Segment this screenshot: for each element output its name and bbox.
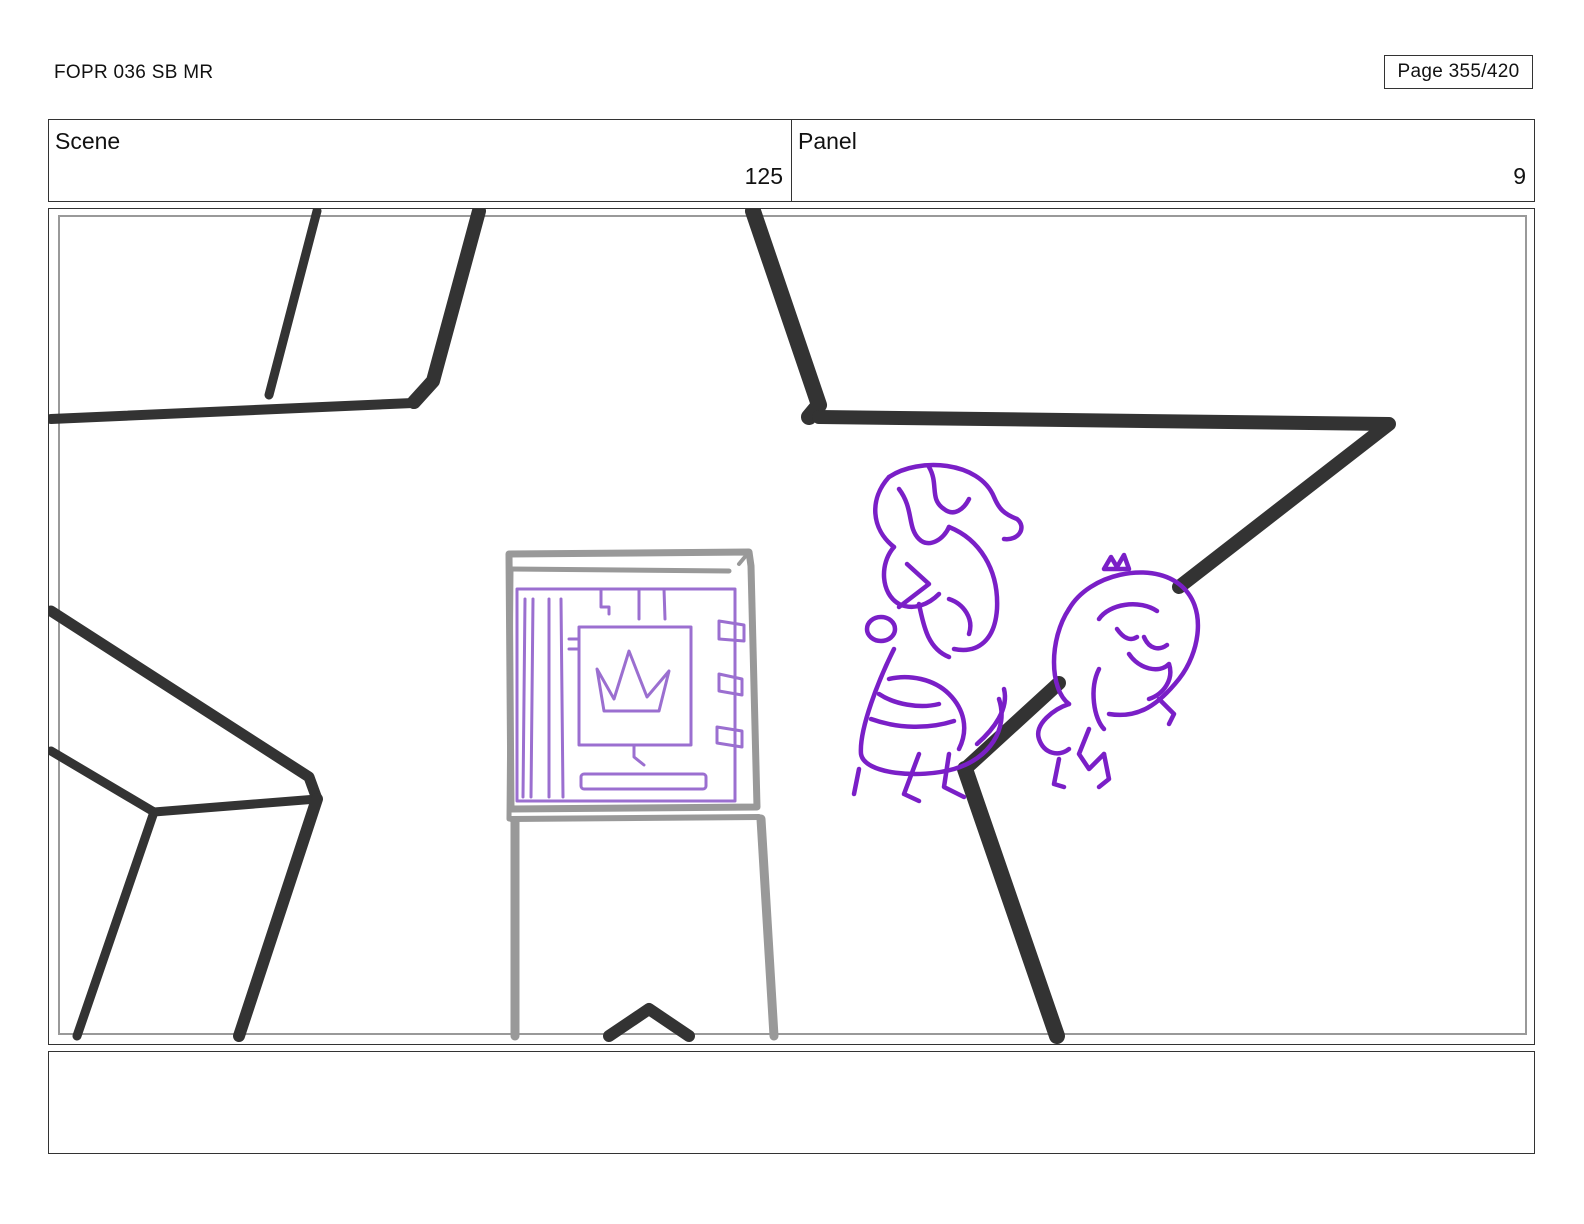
page-indicator: Page 355/420 [1384, 55, 1533, 89]
scene-label: Scene [55, 128, 121, 154]
character-sketch-left [851, 462, 1024, 804]
document-title: FOPR 036 SB MR [54, 62, 214, 83]
scene-panel-header: Scene 125 Panel 9 [48, 119, 1535, 202]
scene-number: 125 [744, 163, 783, 189]
display-case-interior [515, 587, 746, 803]
storyboard-drawing [49, 209, 1527, 1044]
crown-icon [595, 649, 671, 713]
panel-cell: Panel 9 [791, 120, 1534, 201]
panel-number: 9 [1513, 163, 1526, 189]
panel-label: Panel [798, 128, 857, 154]
storyboard-panel [48, 208, 1535, 1045]
scene-cell: Scene 125 [49, 120, 791, 201]
panel-notes-box [48, 1051, 1535, 1154]
